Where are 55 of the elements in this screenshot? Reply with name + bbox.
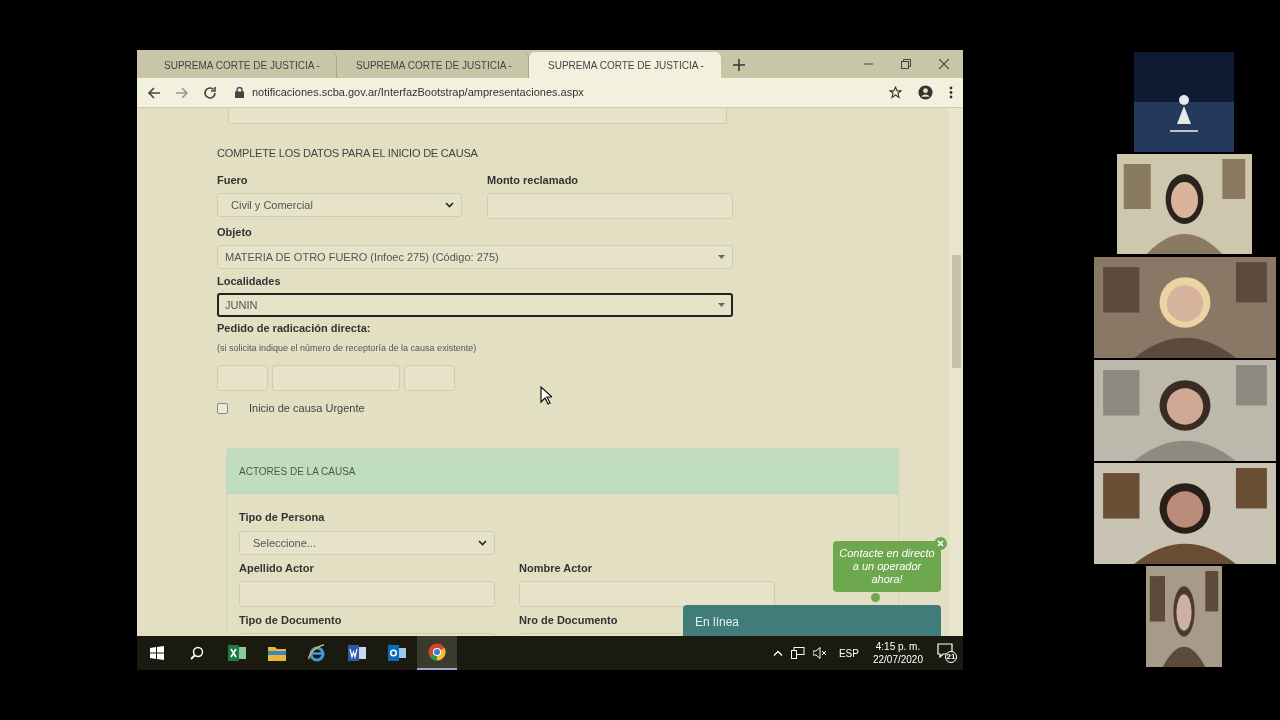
dropdown-arrow-icon [718, 255, 725, 259]
mail-icon[interactable] [388, 645, 406, 661]
field-label: Monto reclamado [487, 174, 579, 187]
plus-icon[interactable] [733, 59, 745, 71]
spreadsheet-icon[interactable] [228, 645, 246, 661]
restore-icon[interactable] [901, 59, 911, 69]
panel-header: ACTORES DE LA CAUSA [227, 449, 898, 494]
close-icon[interactable] [939, 59, 949, 69]
field-label: Tipo de Persona [239, 511, 325, 524]
speaker-muted-icon[interactable] [812, 647, 827, 659]
input-field[interactable] [228, 108, 727, 124]
field-label: Pedido de radicación directa: [217, 322, 371, 335]
field-label: Nro de Documento [519, 614, 618, 627]
hint-text: (si solicita indique el número de receptoría de la causa existente) [217, 343, 477, 354]
checkbox[interactable] [217, 403, 228, 414]
back-icon[interactable] [147, 85, 161, 100]
cursor-icon [540, 386, 552, 405]
search-icon[interactable] [190, 646, 204, 660]
windows-icon[interactable] [150, 646, 164, 660]
field-label: Fuero [217, 174, 248, 187]
clock-time[interactable]: 4:15 p. m. [875, 640, 921, 653]
field-label: Nombre Actor [519, 562, 592, 575]
input-field[interactable] [519, 581, 775, 607]
select-field[interactable]: Civil y Comercial [217, 193, 462, 217]
section-heading: COMPLETE LOS DATOS PARA EL INICIO DE CAUSA [217, 147, 478, 160]
lock-icon [235, 87, 244, 98]
browser-e-icon[interactable] [308, 644, 326, 662]
document-icon[interactable] [348, 645, 366, 661]
language-indicator[interactable]: ESP [838, 645, 859, 661]
select-field[interactable]: Seleccione... [239, 531, 495, 555]
browser-tab[interactable]: SUPREMA CORTE DE JUSTICIA - [529, 52, 721, 78]
field-label: Apellido Actor [239, 562, 314, 575]
star-icon[interactable] [889, 86, 902, 99]
chat-toast[interactable]: En línea [683, 605, 941, 636]
scrollbar[interactable] [949, 108, 963, 636]
field-label: Objeto [217, 226, 252, 239]
menu-icon[interactable] [949, 86, 953, 99]
select-field[interactable]: JUNIN [217, 293, 733, 317]
taskbar-app[interactable] [417, 636, 457, 670]
folder-icon[interactable] [268, 645, 286, 661]
chevron-icon [478, 540, 487, 546]
account-icon[interactable] [918, 85, 933, 100]
close-icon[interactable] [934, 537, 947, 550]
chevron-up-icon[interactable] [772, 650, 783, 656]
checkbox-label: Inicio de causa Urgente [249, 402, 365, 415]
field-label: Localidades [217, 275, 281, 288]
field-label: Tipo de Documento [239, 614, 342, 627]
dot-icon [871, 593, 880, 602]
dropdown-arrow-icon [718, 303, 725, 307]
select-field[interactable]: MATERIA DE OTRO FUERO (Infoec 275) (Código: 275) [217, 245, 733, 269]
chevron-icon [445, 202, 454, 208]
reload-icon[interactable] [203, 85, 217, 100]
chrome-icon[interactable] [428, 643, 446, 661]
network-icon[interactable] [790, 647, 805, 659]
clock-date[interactable]: 22/07/2020 [872, 653, 923, 666]
